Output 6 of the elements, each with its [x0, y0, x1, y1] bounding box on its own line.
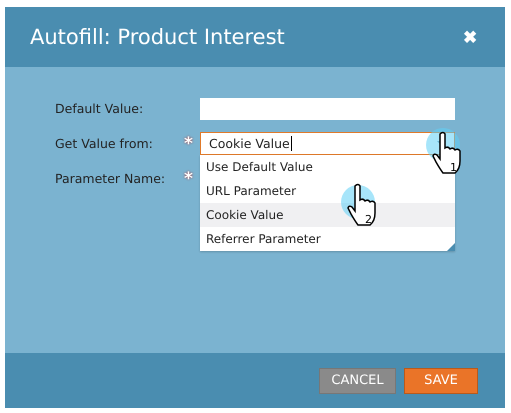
field-label: Default Value: — [55, 101, 144, 116]
required-mark: * — [184, 168, 194, 188]
field-label: Get Value from: — [55, 136, 154, 151]
required-mark: * — [184, 134, 194, 154]
dialog-title: Autofill: Product Interest — [30, 25, 285, 49]
field-label: Parameter Name: — [55, 171, 166, 186]
